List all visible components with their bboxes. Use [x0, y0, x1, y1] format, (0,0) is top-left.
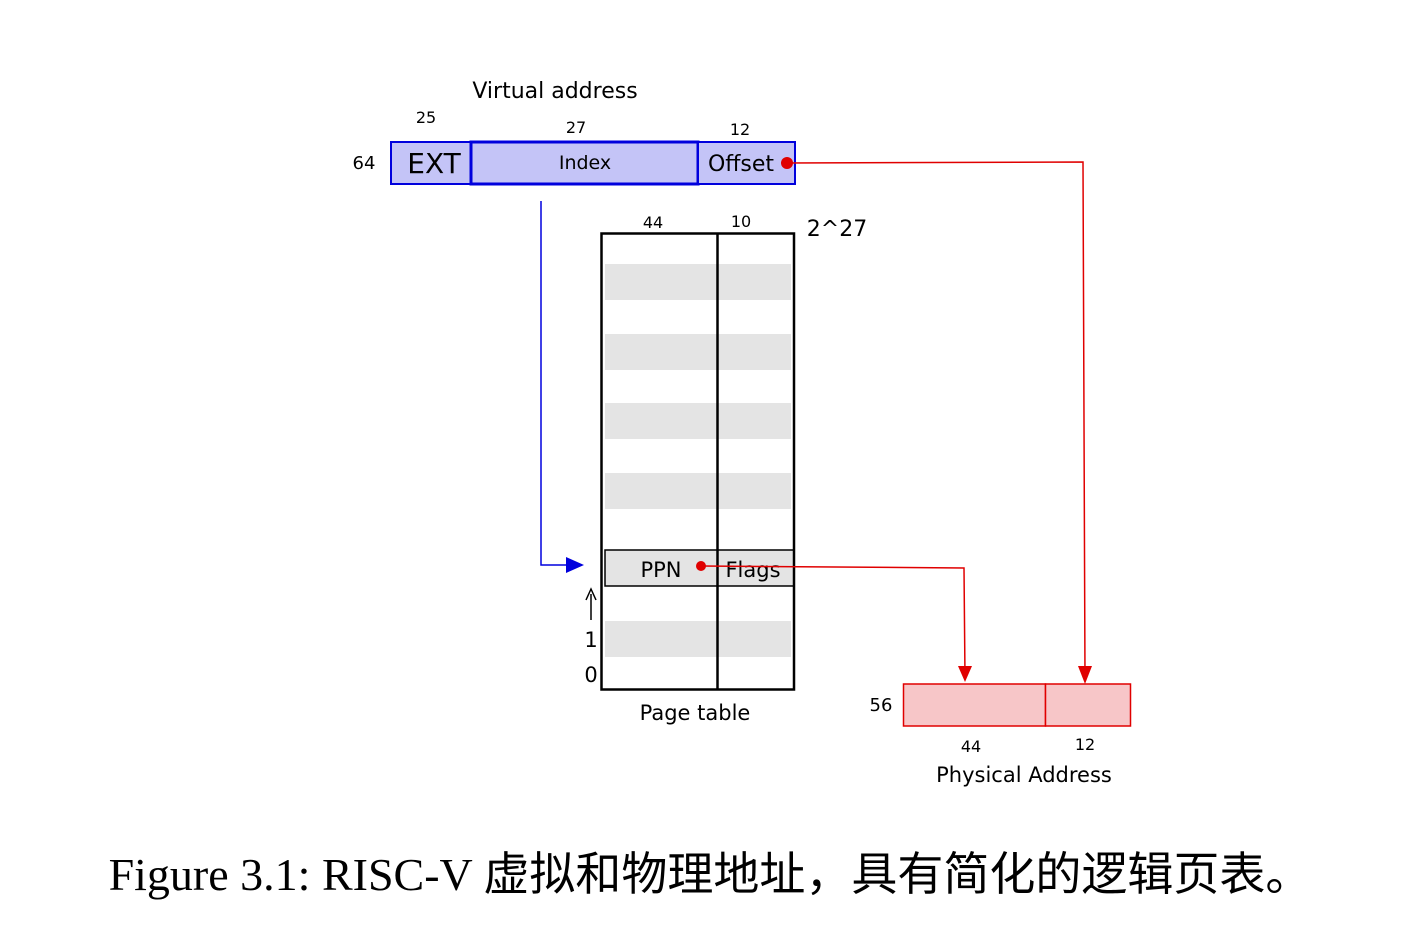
ppn-col-bits: 44 [643, 213, 663, 232]
index-arrowhead-icon [566, 557, 584, 573]
flags-label: Flags [725, 558, 780, 582]
physical-ppn-field [902, 683, 1047, 727]
page-table-size: 2^27 [807, 217, 867, 242]
ext-bits: 25 [416, 108, 436, 127]
physical-ppn-bits: 44 [961, 737, 981, 756]
physical-total-bits: 56 [870, 695, 893, 716]
physical-offset-bits: 12 [1075, 735, 1095, 754]
table-row-shade [605, 403, 791, 439]
index-lookup-arrow [540, 201, 582, 566]
flags-col-bits: 10 [731, 212, 751, 231]
offset-arrowhead-icon [1078, 666, 1092, 684]
physical-address-register [902, 683, 1132, 727]
row-label-0: 0 [584, 663, 597, 687]
table-row-shade [605, 473, 791, 509]
offset-bits: 12 [730, 120, 750, 139]
figure: Virtual address 25 27 12 64 EXT Index Of… [0, 0, 1420, 936]
physical-address-label: Physical Address [936, 763, 1112, 787]
virtual-total-bits: 64 [353, 153, 376, 174]
diagram-canvas: Virtual address 25 27 12 64 EXT Index Of… [353, 79, 1132, 787]
row-label-1: 1 [584, 628, 597, 652]
index-label: Index [559, 152, 611, 174]
figure-caption: Figure 3.1: RISC-V 虚拟和物理地址，具有简化的逻辑页表。 [108, 849, 1312, 900]
ppn-label: PPN [640, 558, 681, 582]
index-bits: 27 [566, 118, 586, 137]
virtual-address-register: EXT Index Offset [390, 140, 796, 186]
table-row-shade [605, 264, 791, 300]
offset-label: Offset [708, 152, 774, 177]
physical-offset-field [1044, 683, 1132, 727]
table-row-shade [605, 621, 791, 657]
page-table: PPN Flags [600, 232, 796, 691]
ppn-arrowhead-icon [958, 666, 972, 682]
table-row-shade [605, 334, 791, 370]
virtual-address-title: Virtual address [472, 79, 637, 104]
page-table-label: Page table [640, 701, 751, 725]
ext-label: EXT [407, 147, 461, 180]
